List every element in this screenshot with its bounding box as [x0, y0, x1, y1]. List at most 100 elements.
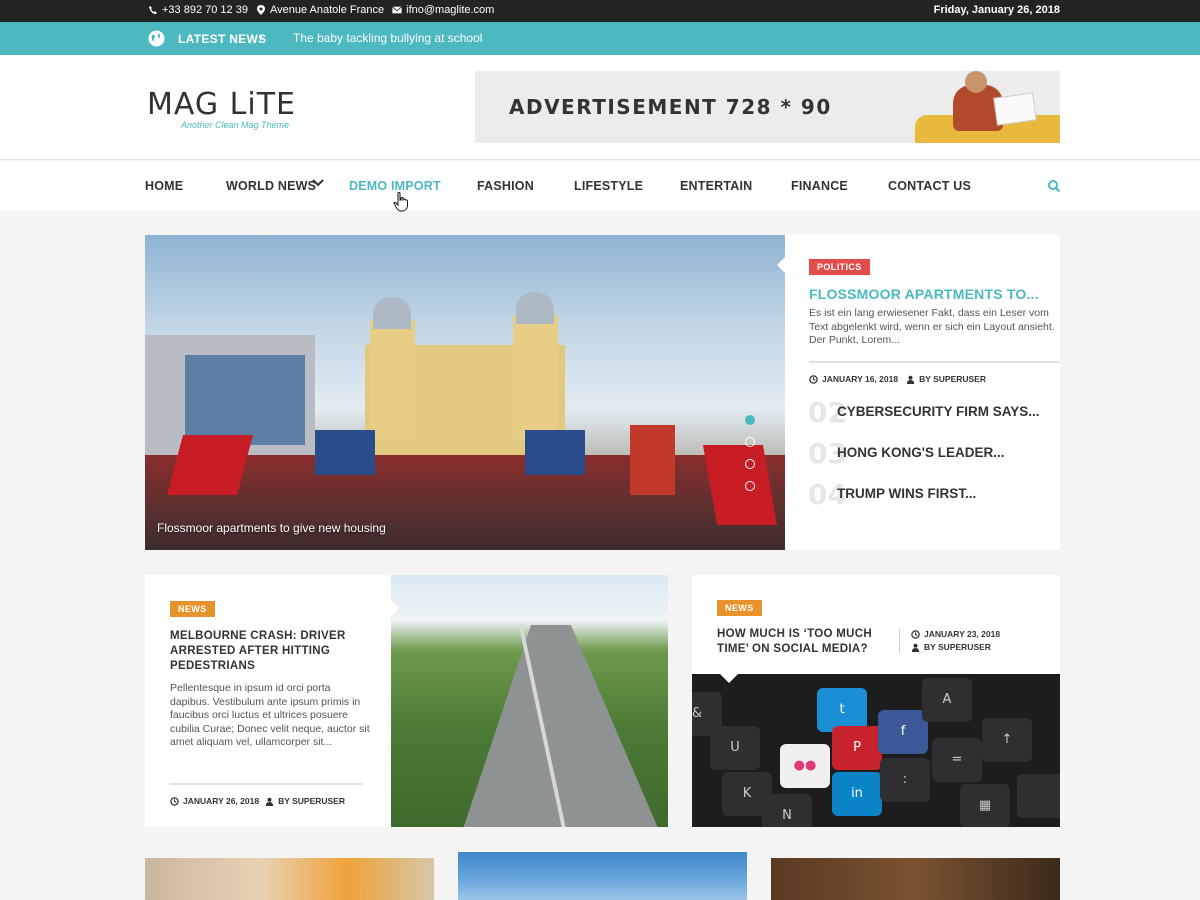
- phone-icon: [149, 6, 157, 14]
- clock-icon: [170, 796, 179, 806]
- nav-item-finance[interactable]: FINANCE: [791, 179, 848, 193]
- hero-building-glass: [185, 355, 305, 445]
- map-marker-icon: [256, 5, 265, 15]
- article-title[interactable]: MELBOURNE CRASH: DRIVER ARRESTED AFTER H…: [170, 629, 370, 674]
- article-meta: JANUARY 23, 2018 BY SUPERUSER: [911, 629, 1000, 655]
- phone-contact[interactable]: +33 892 70 12 39: [148, 4, 248, 16]
- hand-pointer-cursor-icon: [393, 192, 408, 212]
- site-logo[interactable]: MAG LiTE Another Clean Mag Theme: [147, 87, 296, 130]
- article-date: JANUARY 16, 2018: [822, 374, 899, 384]
- user-icon: [265, 797, 274, 806]
- windows-key-icon: ▦: [960, 784, 1010, 827]
- nav-item-contact-us[interactable]: CONTACT US: [888, 179, 971, 193]
- article-author[interactable]: BY SUPERUSER: [919, 374, 986, 384]
- chevron-down-icon[interactable]: [312, 178, 324, 188]
- nav-item-entertain[interactable]: ENTERTAIN: [680, 179, 752, 193]
- category-badge[interactable]: POLITICS: [809, 259, 870, 275]
- article-author[interactable]: BY SUPERUSER: [278, 796, 345, 806]
- email-contact[interactable]: ifno@maglite.com: [392, 4, 494, 16]
- clock-icon: [809, 374, 818, 384]
- nav-item-lifestyle[interactable]: LIFESTYLE: [574, 179, 643, 193]
- envelope-icon: [392, 6, 402, 14]
- keyboard-key: ↑: [982, 718, 1032, 762]
- flickr-key-icon: ●●: [780, 744, 830, 788]
- keyboard-key: :: [880, 758, 930, 802]
- article-thumbnail-sky[interactable]: [458, 852, 747, 900]
- article-meta: JANUARY 16, 2018 BY SUPERUSER: [809, 374, 986, 384]
- globe-icon: [148, 30, 165, 47]
- clock-icon: [911, 629, 920, 639]
- search-icon[interactable]: [1047, 179, 1061, 193]
- user-icon: [911, 643, 920, 652]
- hero-cathedral-tower: [370, 320, 415, 440]
- latest-news-bar: LATEST NEWS › The baby tackling bullying…: [0, 22, 1200, 55]
- article-date-row: JANUARY 23, 2018: [911, 629, 1000, 639]
- social-keyboard-image[interactable]: & U K N t ●● P f in : = ↑ ▦ A: [692, 674, 1060, 827]
- slider-dot[interactable]: [745, 437, 755, 447]
- logo-wordmark: MAG LiTE: [147, 87, 296, 122]
- divider: [809, 361, 1060, 363]
- category-badge[interactable]: NEWS: [170, 601, 215, 617]
- chevron-right-icon: ›: [259, 30, 263, 44]
- nav-item-demo-import[interactable]: DEMO IMPORT: [349, 179, 441, 193]
- slider-dot[interactable]: [745, 481, 755, 491]
- hero-banner: [630, 425, 675, 495]
- list-item-title[interactable]: CYBERSECURITY FIRM SAYS...: [837, 404, 1040, 419]
- email-text: ifno@maglite.com: [406, 4, 495, 16]
- latest-news-label: LATEST NEWS: [178, 32, 267, 46]
- current-date: Friday, January 26, 2018: [933, 4, 1060, 16]
- address-contact: Avenue Anatole France: [256, 4, 384, 16]
- article-title[interactable]: HOW MUCH IS ‘TOO MUCH TIME’ ON SOCIAL ME…: [717, 627, 887, 657]
- keyboard-key: U: [710, 726, 760, 770]
- latest-news-headline[interactable]: The baby tackling bullying at school: [293, 31, 482, 45]
- article-meta: JANUARY 26, 2018 BY SUPERUSER: [170, 796, 345, 806]
- road-surface: [461, 625, 661, 827]
- pinterest-key-icon: P: [832, 726, 882, 770]
- pointer-notch: [777, 257, 785, 273]
- article-date: JANUARY 23, 2018: [924, 629, 1001, 639]
- nav-item-home[interactable]: HOME: [145, 179, 183, 193]
- keyboard-key: =: [932, 738, 982, 782]
- hero-caption: Flossmoor apartments to give new housing: [157, 521, 386, 535]
- phone-number: +33 892 70 12 39: [162, 4, 248, 16]
- keyboard-key: [1017, 774, 1060, 818]
- advertisement-text: ADVERTISEMENT 728 * 90: [509, 95, 832, 119]
- list-item-title[interactable]: HONG KONG'S LEADER...: [837, 445, 1004, 460]
- nav-item-fashion[interactable]: FASHION: [477, 179, 534, 193]
- linkedin-key-icon: in: [832, 772, 882, 816]
- list-item-title[interactable]: TRUMP WINS FIRST...: [837, 486, 976, 501]
- advertisement-banner[interactable]: ADVERTISEMENT 728 * 90: [475, 71, 1060, 143]
- divider: [899, 629, 900, 653]
- slider-dot[interactable]: [745, 459, 755, 469]
- category-badge[interactable]: NEWS: [717, 600, 762, 616]
- slider-dot[interactable]: [745, 415, 755, 425]
- pointer-notch: [391, 600, 399, 616]
- pointer-notch: [720, 674, 738, 683]
- ad-newspaper-graphic: [993, 92, 1037, 126]
- ad-person-head: [965, 71, 987, 93]
- hero-screen: [525, 430, 585, 475]
- article-thumbnail-baby[interactable]: [145, 858, 434, 900]
- top-bar: +33 892 70 12 39 Avenue Anatole France i…: [0, 0, 1200, 22]
- article-excerpt: Es ist ein lang erwiesener Fakt, dass ei…: [809, 307, 1055, 346]
- site-header: MAG LiTE Another Clean Mag Theme ADVERTI…: [0, 55, 1200, 160]
- article-title[interactable]: FLOSSMOOR APARTMENTS TO...: [809, 286, 1039, 302]
- divider: [170, 783, 363, 785]
- hero-slider-image[interactable]: Flossmoor apartments to give new housing: [145, 235, 785, 550]
- highway-image[interactable]: [391, 575, 668, 827]
- hero-cathedral-dome: [373, 297, 411, 329]
- article-thumbnail-outdoor[interactable]: [771, 858, 1060, 900]
- article-date: JANUARY 26, 2018: [183, 796, 260, 806]
- keyboard-key: N: [762, 794, 812, 827]
- nav-item-world-news[interactable]: WORLD NEWS: [226, 179, 316, 193]
- news-card: NEWS HOW MUCH IS ‘TOO MUCH TIME’ ON SOCI…: [692, 575, 1060, 827]
- facebook-key-icon: f: [878, 710, 928, 754]
- article-excerpt: Pellentesque in ipsum id orci porta dapi…: [170, 682, 370, 748]
- contact-info: +33 892 70 12 39 Avenue Anatole France i…: [148, 4, 494, 16]
- user-icon: [906, 375, 915, 384]
- main-navigation: HOME WORLD NEWS DEMO IMPORT FASHION LIFE…: [0, 161, 1200, 211]
- logo-tagline: Another Clean Mag Theme: [181, 120, 290, 130]
- hero-cathedral-tower: [513, 315, 558, 440]
- article-author[interactable]: BY SUPERUSER: [924, 642, 991, 652]
- hero-cathedral-dome: [516, 292, 554, 324]
